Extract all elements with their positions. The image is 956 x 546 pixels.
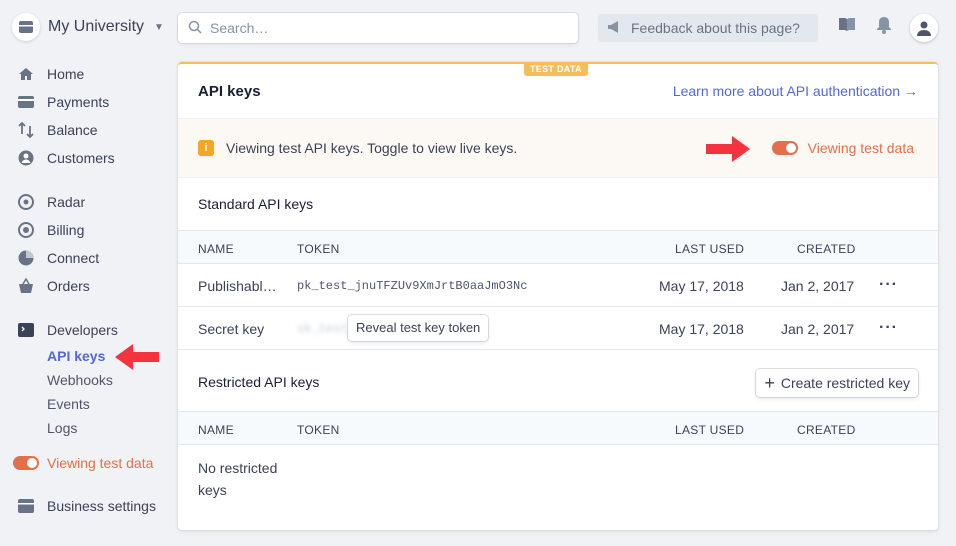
column-header-token: TOKEN bbox=[297, 242, 340, 256]
create-restricted-key-button[interactable]: + Create restricted key bbox=[756, 369, 918, 397]
restricted-keys-header: NAME TOKEN LAST USED CREATED bbox=[178, 411, 938, 445]
sidebar-item-developers[interactable]: Developers bbox=[18, 320, 118, 340]
bell-icon[interactable] bbox=[876, 16, 892, 37]
annotation-arrow-icon bbox=[706, 136, 750, 162]
standard-keys-title: Standard API keys bbox=[198, 196, 314, 212]
sidebar-label: Balance bbox=[47, 122, 98, 138]
key-name: Secret key bbox=[198, 321, 265, 337]
key-created: Jan 2, 2017 bbox=[781, 278, 855, 294]
search-input[interactable] bbox=[210, 20, 550, 36]
more-actions-icon[interactable]: ··· bbox=[879, 276, 898, 294]
table-row[interactable]: Publishabl… pk_test_jnuTFZUv9XmJrtB0aaJm… bbox=[178, 264, 938, 307]
sidebar-label: Developers bbox=[47, 322, 118, 338]
sidebar-label: Customers bbox=[47, 150, 115, 166]
search-bar[interactable] bbox=[178, 13, 578, 43]
sidebar-item-orders[interactable]: Orders bbox=[18, 276, 90, 296]
sidebar-test-data-toggle[interactable]: Viewing test data bbox=[13, 455, 153, 471]
standard-keys-header: NAME TOKEN LAST USED CREATED bbox=[178, 230, 938, 264]
column-header-created: CREATED bbox=[797, 423, 856, 437]
key-token[interactable]: pk_test_jnuTFZUv9XmJrtB0aaJmO3Nc bbox=[297, 279, 527, 293]
payments-icon bbox=[18, 94, 34, 110]
sidebar-item-radar[interactable]: Radar bbox=[18, 192, 85, 212]
banner-text: Viewing test API keys. Toggle to view li… bbox=[226, 140, 518, 156]
account-name: My University bbox=[48, 18, 145, 35]
feedback-button[interactable]: Feedback about this page? bbox=[598, 14, 818, 42]
key-name: Publishabl… bbox=[198, 278, 277, 294]
sidebar-item-billing[interactable]: Billing bbox=[18, 220, 84, 240]
terminal-icon bbox=[18, 322, 34, 338]
toggle-switch[interactable] bbox=[771, 141, 798, 155]
key-created: Jan 2, 2017 bbox=[781, 321, 855, 337]
chevron-down-icon: ▼ bbox=[154, 21, 164, 33]
user-avatar[interactable] bbox=[910, 14, 938, 42]
business-icon bbox=[18, 498, 34, 514]
search-icon bbox=[188, 20, 202, 37]
sidebar-item-balance[interactable]: Balance bbox=[18, 120, 98, 140]
column-header-created: CREATED bbox=[797, 242, 856, 256]
balance-icon bbox=[18, 122, 34, 138]
connect-icon bbox=[18, 250, 34, 266]
banner-test-data-toggle[interactable]: Viewing test data bbox=[771, 140, 914, 156]
sidebar-item-home[interactable]: Home bbox=[18, 64, 84, 84]
billing-icon bbox=[18, 222, 34, 238]
api-keys-card: API keys Learn more about API authentica… bbox=[178, 62, 938, 530]
sidebar-label: Payments bbox=[47, 94, 110, 110]
radar-icon bbox=[18, 194, 34, 210]
key-last-used: May 17, 2018 bbox=[659, 321, 744, 337]
sidebar-subitem-events[interactable]: Events bbox=[47, 396, 90, 412]
info-icon: i bbox=[198, 140, 214, 156]
restricted-keys-title: Restricted API keys bbox=[198, 374, 320, 390]
sidebar-label: Billing bbox=[47, 222, 85, 238]
sidebar-item-connect[interactable]: Connect bbox=[18, 248, 99, 268]
book-icon[interactable] bbox=[838, 16, 856, 35]
orders-icon bbox=[18, 278, 34, 294]
annotation-arrow-icon bbox=[115, 344, 159, 370]
toggle-label: Viewing test data bbox=[47, 455, 154, 471]
toggle-label: Viewing test data bbox=[807, 140, 914, 156]
customers-icon bbox=[18, 150, 34, 166]
plus-icon: + bbox=[764, 373, 775, 393]
sidebar-item-business-settings[interactable]: Business settings bbox=[18, 496, 156, 516]
toggle-switch[interactable] bbox=[13, 456, 39, 470]
column-header-last-used: LAST USED bbox=[675, 423, 745, 437]
sidebar-label: Business settings bbox=[47, 498, 156, 514]
empty-state-text: No restricted keys bbox=[198, 460, 278, 498]
sidebar-item-customers[interactable]: Customers bbox=[18, 148, 115, 168]
learn-more-link[interactable]: Learn more about API authentication → bbox=[673, 83, 918, 99]
column-header-token: TOKEN bbox=[297, 423, 340, 437]
account-switcher[interactable]: My University ▼ bbox=[12, 13, 164, 41]
column-header-name: NAME bbox=[198, 423, 234, 437]
account-logo-icon bbox=[12, 13, 40, 41]
test-mode-banner: i Viewing test API keys. Toggle to view … bbox=[178, 118, 938, 178]
test-data-badge: TEST DATA bbox=[524, 62, 588, 76]
sidebar-subitem-logs[interactable]: Logs bbox=[47, 420, 77, 436]
sidebar-label: Orders bbox=[47, 278, 90, 294]
page-title: API keys bbox=[198, 83, 261, 100]
key-last-used: May 17, 2018 bbox=[659, 278, 744, 294]
sidebar-subitem-api-keys[interactable]: API keys bbox=[47, 348, 105, 364]
column-header-name: NAME bbox=[198, 242, 234, 256]
table-row[interactable]: Secret key sk_test_•••••••••••••••••• Re… bbox=[178, 307, 938, 350]
sidebar-item-payments[interactable]: Payments bbox=[18, 92, 109, 112]
sidebar-label: Home bbox=[47, 66, 85, 82]
column-header-last-used: LAST USED bbox=[675, 242, 745, 256]
megaphone-icon bbox=[607, 20, 623, 37]
sidebar-label: Connect bbox=[47, 250, 100, 266]
sidebar-label: Radar bbox=[47, 194, 86, 210]
more-actions-icon[interactable]: ··· bbox=[879, 319, 898, 337]
feedback-label: Feedback about this page? bbox=[631, 20, 800, 36]
reveal-key-button[interactable]: Reveal test key token bbox=[348, 315, 489, 341]
home-icon bbox=[18, 66, 34, 82]
sidebar-subitem-webhooks[interactable]: Webhooks bbox=[47, 372, 113, 388]
create-label: Create restricted key bbox=[780, 375, 910, 391]
